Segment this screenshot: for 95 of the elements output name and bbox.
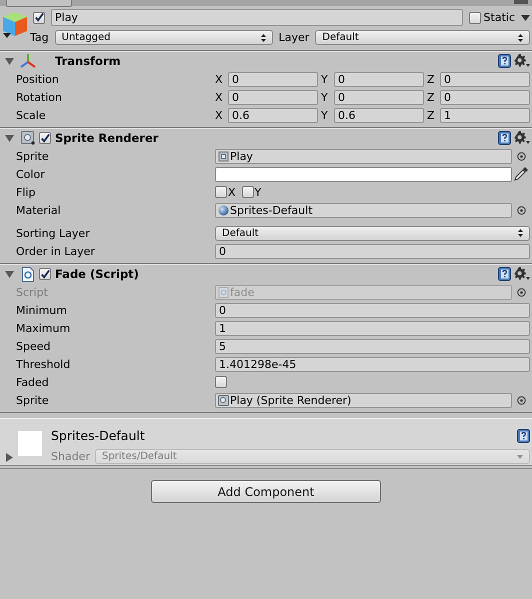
property-label: Order in Layer: [16, 244, 96, 258]
number-field[interactable]: 0: [334, 72, 424, 86]
material-name: Sprites-Default: [51, 428, 145, 443]
axis-label: X: [215, 90, 224, 104]
tag-dropdown[interactable]: Untagged: [54, 30, 273, 45]
property-label: Maximum: [16, 322, 72, 334]
axis-label: Z: [427, 90, 436, 104]
help-book-icon[interactable]: [517, 428, 530, 442]
object-field[interactable]: Sprites-Default: [215, 202, 512, 218]
axis-label: X: [215, 72, 224, 86]
layer-dropdown[interactable]: Default: [315, 30, 530, 45]
layer-label: Layer: [278, 31, 310, 44]
add-component-button[interactable]: Add Component: [151, 480, 381, 503]
sphere-icon: [218, 204, 229, 216]
object-picker-icon[interactable]: [516, 396, 526, 404]
component-title: Sprite Renderer: [55, 131, 160, 145]
script-file-icon: [22, 266, 34, 282]
dropdown-arrow-icon: [517, 454, 523, 458]
enabled-checkbox[interactable]: [39, 268, 51, 280]
help-book-icon[interactable]: [498, 267, 511, 281]
axis-label: Y: [321, 108, 329, 122]
number-field[interactable]: 0: [440, 90, 530, 104]
component-title: Transform: [55, 54, 122, 68]
script-file-icon: [218, 286, 229, 298]
number-field[interactable]: 0.6: [334, 108, 424, 122]
dropdown-arrows-icon: [518, 229, 523, 237]
number-field[interactable]: 1: [215, 320, 530, 336]
sorting-layer-dropdown[interactable]: Default: [215, 226, 530, 240]
dropdown-arrow-icon[interactable]: [521, 14, 530, 20]
eyedropper-icon[interactable]: [514, 167, 528, 181]
settings-gear-icon[interactable]: [514, 131, 530, 145]
property-label: Script: [16, 286, 49, 298]
property-label: Sprite: [16, 394, 50, 406]
property-label: Minimum: [16, 304, 68, 316]
property-label: Sorting Layer: [16, 226, 91, 240]
object-field[interactable]: Play (Sprite Renderer): [215, 392, 512, 408]
number-field[interactable]: 0: [228, 72, 318, 86]
property-label: Rotation: [16, 90, 64, 104]
number-field[interactable]: 1.401298e-45: [215, 356, 530, 372]
help-book-icon[interactable]: [498, 131, 511, 145]
object-picker-icon[interactable]: [516, 288, 526, 296]
property-label: Threshold: [16, 358, 72, 370]
foldout-triangle-icon[interactable]: [5, 134, 14, 142]
object-picker-icon[interactable]: [516, 152, 526, 160]
number-field[interactable]: 0: [228, 90, 318, 104]
material-preview: [18, 431, 42, 456]
axis-label: Z: [427, 72, 436, 86]
settings-gear-icon[interactable]: [514, 267, 530, 281]
axis-label: Y: [321, 72, 329, 86]
settings-gear-icon[interactable]: [514, 54, 530, 68]
property-label: Material: [16, 204, 62, 216]
number-field[interactable]: 0: [440, 72, 530, 86]
property-label: Speed: [16, 340, 52, 352]
object-picker-icon[interactable]: [516, 206, 526, 214]
property-label: Scale: [16, 108, 47, 122]
foldout-triangle-icon[interactable]: [5, 270, 14, 278]
name-field[interactable]: Play: [51, 9, 463, 26]
enabled-checkbox[interactable]: [39, 132, 51, 144]
axis-label: Y: [321, 90, 329, 104]
static-label: Static: [484, 11, 515, 24]
component-icon: [218, 394, 229, 406]
number-field[interactable]: 5: [215, 338, 530, 354]
checkbox[interactable]: [215, 376, 227, 388]
property-label: Flip: [16, 186, 36, 198]
property-label: Color: [16, 168, 46, 180]
flip-axis-label: X: [228, 186, 236, 198]
shader-label: Shader: [51, 450, 90, 463]
axis-label: Z: [427, 108, 436, 122]
sprite-icon: [218, 150, 229, 162]
axis-label: X: [215, 108, 224, 122]
foldout-triangle-icon[interactable]: [5, 56, 14, 66]
tag-label: Tag: [30, 31, 49, 44]
game-object-cube-icon: [2, 11, 28, 39]
flip-axis-label: Y: [254, 186, 262, 198]
active-checkbox[interactable]: [33, 12, 45, 24]
number-field[interactable]: 0: [334, 90, 424, 104]
number-field[interactable]: 0.6: [228, 108, 318, 122]
checkbox[interactable]: [215, 186, 227, 198]
property-label: Faded: [16, 376, 50, 388]
checkbox[interactable]: [242, 186, 254, 198]
foldout-triangle-icon[interactable]: [5, 453, 14, 462]
number-field[interactable]: 0: [215, 244, 530, 258]
dropdown-arrows-icon: [260, 34, 266, 42]
help-book-icon[interactable]: [498, 54, 511, 68]
object-field[interactable]: Play: [215, 148, 512, 164]
property-label: Position: [16, 72, 60, 86]
number-field[interactable]: 0: [215, 302, 530, 318]
axes-icon: [20, 53, 36, 69]
component-title: Fade (Script): [55, 267, 140, 281]
property-label: Sprite: [16, 150, 50, 162]
number-field[interactable]: 1: [440, 108, 530, 122]
color-field[interactable]: [215, 166, 512, 182]
dropdown-arrows-icon: [518, 34, 523, 42]
static-checkbox[interactable]: [468, 12, 481, 24]
sprite-renderer-icon: [21, 131, 35, 145]
